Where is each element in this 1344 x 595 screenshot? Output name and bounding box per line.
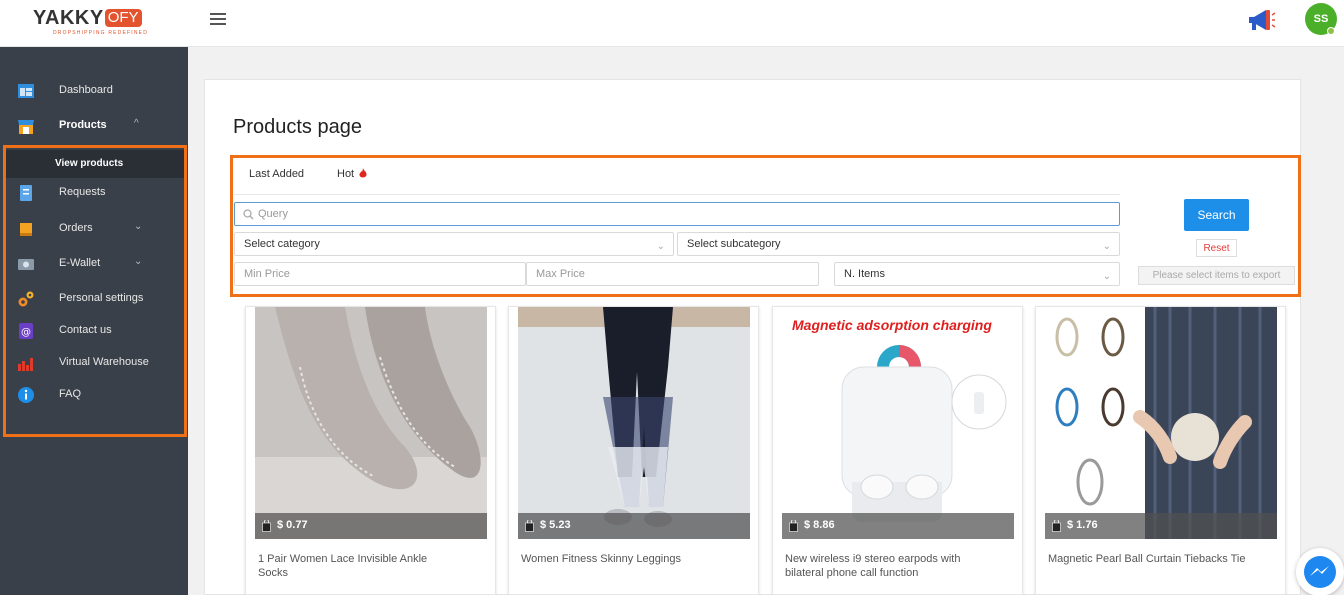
sidebar-item-e-wallet[interactable]: E-Wallet ⌄ bbox=[0, 250, 188, 278]
sidebar-item-label: E-Wallet bbox=[59, 257, 101, 269]
page-title: Products page bbox=[233, 116, 362, 138]
subcategory-select[interactable]: Select subcategory ⌄ bbox=[677, 232, 1120, 256]
logo-text: YAKKY bbox=[33, 7, 104, 29]
sidebar-item-label: FAQ bbox=[59, 388, 82, 400]
info-icon bbox=[18, 387, 34, 403]
sidebar-item-contact-us[interactable]: @ Contact us bbox=[0, 317, 188, 345]
sidebar-item-label: Virtual Warehouse bbox=[59, 356, 149, 368]
at-icon: @ bbox=[19, 323, 33, 339]
chevron-down-icon: ⌄ bbox=[1102, 241, 1111, 252]
product-card[interactable]: $ 1.76 Magnetic Pearl Ball Curtain Tieba… bbox=[1035, 306, 1286, 595]
messenger-chat-button[interactable] bbox=[1296, 548, 1344, 595]
chevron-down-icon: ⌄ bbox=[1102, 271, 1111, 282]
price-bar: $ 8.86 bbox=[782, 513, 1014, 539]
logo[interactable]: YAKKY OFY DROPSHIPPING REDEFINED bbox=[33, 7, 153, 37]
search-placeholder: Query bbox=[258, 208, 288, 220]
gear-icon bbox=[18, 291, 34, 307]
chevron-down-icon: ⌄ bbox=[134, 221, 143, 232]
subcategory-placeholder: Select subcategory bbox=[687, 238, 781, 250]
sidebar-item-faq[interactable]: FAQ bbox=[0, 381, 188, 409]
chevron-down-icon: ⌄ bbox=[656, 241, 665, 252]
product-price: $ 1.76 bbox=[1067, 519, 1098, 531]
product-card[interactable]: $ 5.23 Women Fitness Skinny Leggings bbox=[508, 306, 759, 595]
image-caption: Magnetic adsorption charging bbox=[792, 317, 992, 333]
chevron-up-icon: ^ bbox=[134, 118, 139, 129]
dashboard-icon bbox=[18, 84, 34, 98]
search-input[interactable]: Query bbox=[234, 202, 1120, 226]
price-bar: $ 5.23 bbox=[518, 513, 750, 539]
product-name: Magnetic Pearl Ball Curtain Tiebacks Tie bbox=[1048, 553, 1246, 565]
tab-label: Hot bbox=[337, 168, 355, 180]
product-name: Women Fitness Skinny Leggings bbox=[521, 553, 681, 565]
sidebar-item-view-products[interactable]: View products bbox=[5, 150, 185, 178]
items-placeholder: N. Items bbox=[844, 268, 885, 280]
tabs-divider bbox=[234, 194, 1120, 195]
min-price-placeholder: Min Price bbox=[244, 268, 290, 280]
product-price: $ 8.86 bbox=[804, 519, 835, 531]
chevron-down-icon: ⌄ bbox=[134, 256, 143, 267]
top-header: YAKKY OFY DROPSHIPPING REDEFINED SS bbox=[0, 0, 1344, 47]
megaphone-icon[interactable] bbox=[1246, 6, 1276, 34]
sidebar-item-personal-settings[interactable]: Personal settings bbox=[0, 285, 188, 313]
min-price-input[interactable]: Min Price bbox=[234, 262, 526, 286]
sidebar-item-label: Dashboard bbox=[59, 84, 113, 96]
product-card[interactable]: $ 0.77 1 Pair Women Lace Invisible Ankle… bbox=[245, 306, 496, 595]
sidebar-item-label: View products bbox=[55, 158, 124, 169]
search-icon bbox=[243, 209, 254, 220]
store-icon bbox=[18, 120, 34, 134]
sidebar-item-label: Requests bbox=[59, 186, 106, 198]
requests-icon bbox=[20, 185, 32, 201]
product-price: $ 0.77 bbox=[277, 519, 308, 531]
category-select[interactable]: Select category ⌄ bbox=[234, 232, 674, 256]
category-placeholder: Select category bbox=[244, 238, 320, 250]
product-image bbox=[1045, 307, 1277, 539]
shopping-bag-icon bbox=[789, 520, 798, 532]
shopping-bag-icon bbox=[262, 520, 271, 532]
sidebar-item-orders[interactable]: Orders ⌄ bbox=[0, 215, 188, 243]
shopping-bag-icon bbox=[1052, 520, 1061, 532]
tab-last-added[interactable]: Last Added bbox=[249, 168, 304, 180]
tab-hot[interactable]: Hot bbox=[337, 168, 367, 180]
messenger-icon bbox=[1304, 556, 1336, 588]
product-image bbox=[518, 307, 750, 539]
product-name: New wireless i9 stereo earpods with bila… bbox=[785, 553, 961, 579]
logo-badge: OFY bbox=[104, 9, 142, 27]
sidebar-item-requests[interactable]: Requests bbox=[0, 179, 188, 207]
menu-toggle-icon[interactable] bbox=[210, 13, 226, 27]
tab-label: Last Added bbox=[249, 168, 305, 180]
sidebar-item-label: Products bbox=[59, 119, 107, 131]
flame-icon bbox=[359, 168, 367, 178]
logo-tagline: DROPSHIPPING REDEFINED bbox=[53, 30, 149, 36]
export-button[interactable]: Please select items to export bbox=[1138, 266, 1295, 285]
orders-icon bbox=[20, 223, 32, 236]
items-select[interactable]: N. Items ⌄ bbox=[834, 262, 1120, 286]
product-name: 1 Pair Women Lace Invisible Ankle Socks bbox=[258, 553, 428, 579]
sidebar-item-products[interactable]: Products ^ bbox=[0, 112, 188, 140]
sidebar: Dashboard Products ^ View products Reque… bbox=[0, 47, 188, 595]
max-price-input[interactable]: Max Price bbox=[526, 262, 819, 286]
wallet-icon bbox=[18, 259, 34, 270]
max-price-placeholder: Max Price bbox=[536, 268, 585, 280]
shopping-bag-icon bbox=[525, 520, 534, 532]
sidebar-item-label: Orders bbox=[59, 222, 93, 234]
search-button[interactable]: Search bbox=[1184, 199, 1249, 231]
product-image bbox=[255, 307, 487, 539]
price-bar: $ 0.77 bbox=[255, 513, 487, 539]
chart-icon bbox=[18, 358, 33, 371]
sidebar-item-label: Contact us bbox=[59, 324, 112, 336]
product-price: $ 5.23 bbox=[540, 519, 571, 531]
product-image: Magnetic adsorption charging bbox=[782, 307, 1014, 539]
sidebar-item-dashboard[interactable]: Dashboard bbox=[0, 77, 188, 105]
product-card[interactable]: Magnetic adsorption charging $ 8.86 New … bbox=[772, 306, 1023, 595]
sidebar-item-virtual-warehouse[interactable]: Virtual Warehouse bbox=[0, 349, 188, 377]
online-status-dot bbox=[1327, 27, 1335, 35]
svg-text:@: @ bbox=[21, 327, 31, 338]
price-bar: $ 1.76 bbox=[1045, 513, 1277, 539]
sidebar-item-label: Personal settings bbox=[59, 292, 144, 304]
reset-button[interactable]: Reset bbox=[1196, 239, 1237, 257]
